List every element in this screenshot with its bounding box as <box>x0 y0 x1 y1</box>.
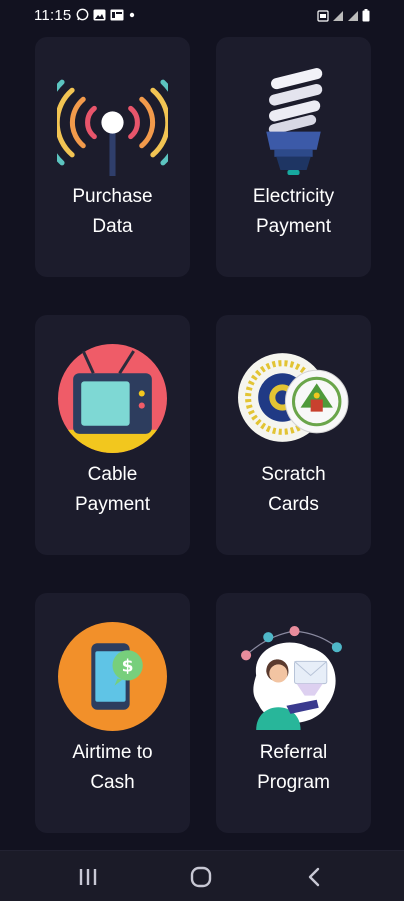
scratch-cards-label: Scratch Cards <box>216 460 371 520</box>
signal-icon-2 <box>348 10 358 21</box>
dot-icon <box>129 12 135 17</box>
signal-icon <box>333 10 343 21</box>
light-bulb-icon <box>266 68 323 175</box>
navigation-bar <box>0 850 404 901</box>
electricity-payment-label: Electricity Payment <box>216 182 371 242</box>
back-icon[interactable] <box>303 865 327 889</box>
notification-icons <box>76 8 136 21</box>
gallery-icon <box>93 9 106 20</box>
tile-label-line2: Program <box>257 772 330 793</box>
tile-label-line2: Payment <box>75 494 150 515</box>
whatsapp-icon <box>76 8 89 21</box>
airtime-to-cash-tile[interactable]: $ Airtime to Cash <box>35 593 190 833</box>
tile-label-line2: Cash <box>90 772 135 793</box>
app-notification-icon <box>110 9 124 20</box>
antenna-signal-icon <box>57 79 168 176</box>
recents-icon[interactable] <box>76 865 100 889</box>
airtime-to-cash-label: Airtime to Cash <box>35 738 190 798</box>
tile-label-line1: Cable <box>87 464 138 485</box>
phone-cash-icon: $ <box>58 622 167 731</box>
tile-label-line1: Airtime to <box>72 742 153 763</box>
tile-label-line2: Payment <box>256 216 331 237</box>
tile-label-line1: Referral <box>259 742 328 763</box>
television-icon <box>58 344 167 453</box>
status-time: 11:15 <box>34 7 72 24</box>
tile-label-line2: Cards <box>268 494 319 515</box>
volte-icon <box>317 9 329 22</box>
status-bar: 11:15 <box>0 0 404 32</box>
tile-label-line1: Scratch <box>261 464 326 485</box>
referral-program-label: Referral Program <box>216 738 371 798</box>
home-icon[interactable] <box>189 865 213 889</box>
system-icons <box>317 9 370 22</box>
referral-person-icon <box>241 626 342 730</box>
exam-board-logos-icon <box>238 353 349 442</box>
purchase-data-tile[interactable]: Purchase Data <box>35 37 190 277</box>
tile-label-line1: Electricity <box>252 186 335 207</box>
electricity-payment-tile[interactable]: Electricity Payment <box>216 37 371 277</box>
cable-payment-label: Cable Payment <box>35 460 190 520</box>
tile-label-line1: Purchase <box>72 186 153 207</box>
scratch-cards-tile[interactable]: Scratch Cards <box>216 315 371 555</box>
svg-text:$: $ <box>122 656 134 676</box>
tile-label-line2: Data <box>92 216 133 237</box>
battery-icon <box>362 9 370 22</box>
referral-program-tile[interactable]: Referral Program <box>216 593 371 833</box>
cable-payment-tile[interactable]: Cable Payment <box>35 315 190 555</box>
purchase-data-label: Purchase Data <box>35 182 190 242</box>
